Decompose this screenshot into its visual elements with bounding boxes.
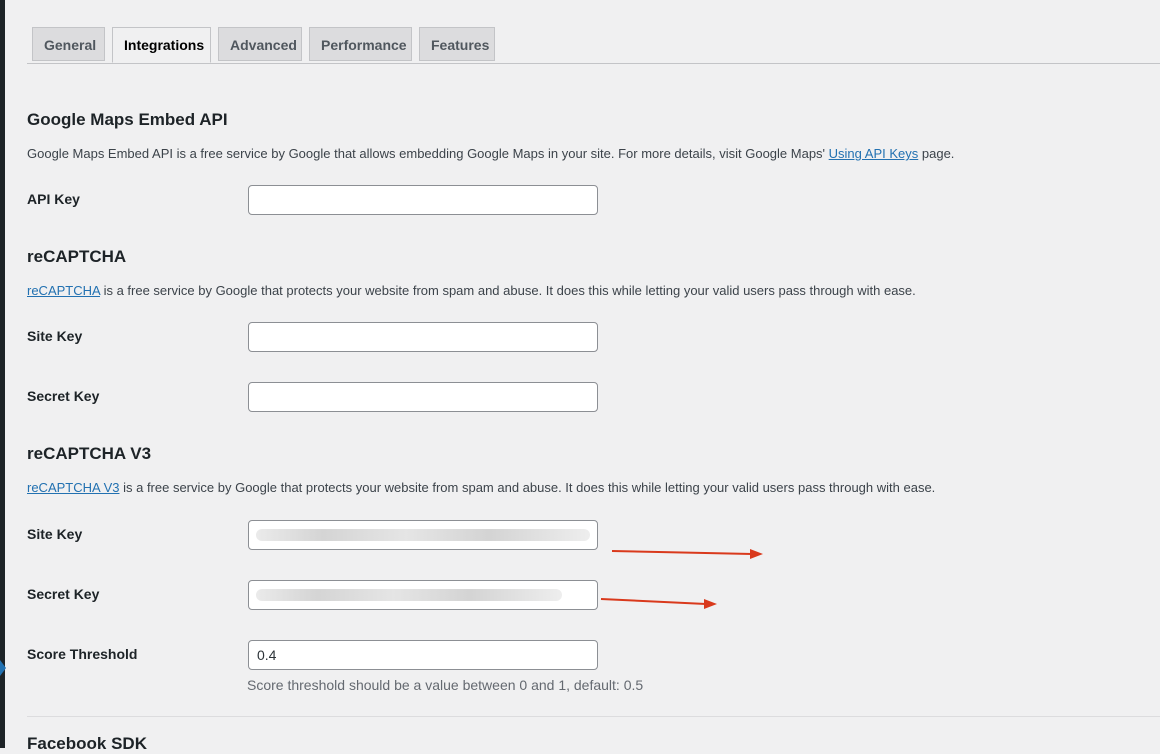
annotation-arrow-secret-key [600,598,717,609]
annotation-arrows [600,549,763,609]
annotation-arrow-site-key [611,549,763,559]
